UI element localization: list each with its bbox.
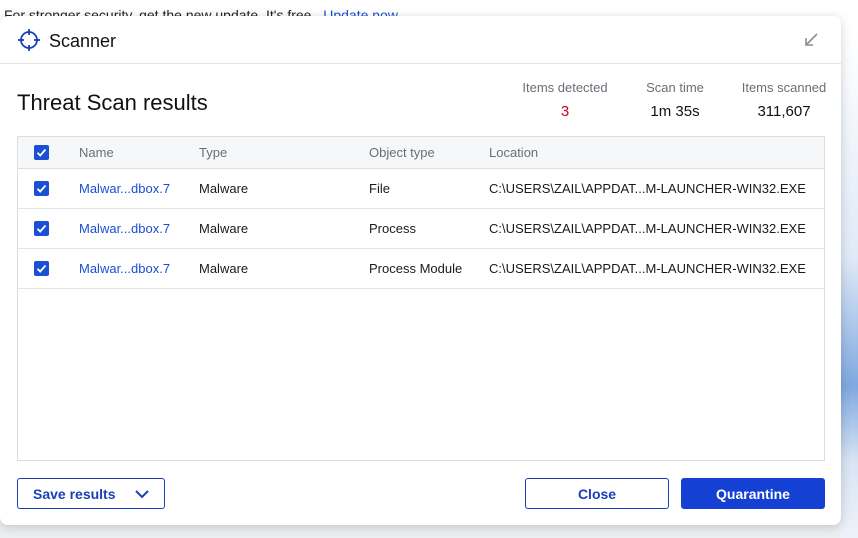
threat-location: C:\USERS\ZAIL\APPDAT...M-LAUNCHER-WIN32.… bbox=[489, 181, 806, 196]
scan-time-stat: Scan time 1m 35s bbox=[638, 80, 712, 120]
row-checkbox[interactable] bbox=[34, 181, 49, 196]
threat-type: Malware bbox=[199, 261, 249, 276]
row-checkbox[interactable] bbox=[34, 261, 49, 276]
threat-type: Malware bbox=[199, 181, 249, 196]
items-detected-stat: Items detected 3 bbox=[518, 80, 612, 120]
column-header-location[interactable]: Location bbox=[489, 137, 538, 168]
checkmark-icon bbox=[36, 148, 47, 157]
save-results-label: Save results bbox=[33, 485, 116, 502]
row-checkbox[interactable] bbox=[34, 221, 49, 236]
table-row[interactable]: Malwar...dbox.7 Malware File C:\USERS\ZA… bbox=[18, 169, 824, 209]
threat-object-type: File bbox=[369, 181, 390, 196]
threat-name-link[interactable]: Malwar...dbox.7 bbox=[79, 169, 170, 208]
column-header-object-type[interactable]: Object type bbox=[369, 137, 435, 168]
crosshair-icon bbox=[18, 29, 40, 51]
page-title: Threat Scan results bbox=[17, 90, 208, 115]
dialog-title: Scanner bbox=[49, 31, 117, 51]
dialog-header: Scanner bbox=[0, 16, 841, 64]
items-detected-value: 3 bbox=[560, 103, 570, 120]
table-header: Name Type Object type Location bbox=[18, 137, 824, 169]
scanner-dialog: Scanner Threat Scan results Items detect… bbox=[0, 16, 841, 525]
select-all-checkbox[interactable] bbox=[34, 145, 49, 160]
scan-time-label: Scan time bbox=[646, 80, 704, 95]
checkmark-icon bbox=[36, 224, 47, 233]
column-header-name[interactable]: Name bbox=[79, 137, 114, 168]
items-scanned-label: Items scanned bbox=[741, 80, 827, 95]
threat-results-table: Name Type Object type Location Malwar...… bbox=[17, 136, 825, 461]
checkmark-icon bbox=[36, 264, 47, 273]
scan-time-value: 1m 35s bbox=[650, 103, 700, 120]
quarantine-button[interactable]: Quarantine bbox=[681, 478, 825, 509]
threat-object-type: Process Module bbox=[369, 261, 463, 276]
threat-location: C:\USERS\ZAIL\APPDAT...M-LAUNCHER-WIN32.… bbox=[489, 261, 806, 276]
threat-object-type: Process bbox=[369, 221, 416, 236]
threat-type: Malware bbox=[199, 221, 249, 236]
threat-name-link[interactable]: Malwar...dbox.7 bbox=[79, 249, 170, 288]
close-button[interactable]: Close bbox=[525, 478, 669, 509]
save-results-button[interactable]: Save results bbox=[17, 478, 165, 509]
table-row[interactable]: Malwar...dbox.7 Malware Process Module C… bbox=[18, 249, 824, 289]
minimize-arrow-icon[interactable] bbox=[801, 30, 821, 50]
table-row[interactable]: Malwar...dbox.7 Malware Process C:\USERS… bbox=[18, 209, 824, 249]
items-scanned-value: 311,607 bbox=[757, 103, 811, 120]
items-scanned-stat: Items scanned 311,607 bbox=[738, 80, 830, 120]
threat-location: C:\USERS\ZAIL\APPDAT...M-LAUNCHER-WIN32.… bbox=[489, 221, 806, 236]
background-window-edge bbox=[840, 30, 858, 538]
threat-name-link[interactable]: Malwar...dbox.7 bbox=[79, 209, 170, 248]
chevron-down-icon bbox=[135, 490, 149, 499]
items-detected-label: Items detected bbox=[522, 80, 608, 95]
checkmark-icon bbox=[36, 184, 47, 193]
column-header-type[interactable]: Type bbox=[199, 137, 227, 168]
